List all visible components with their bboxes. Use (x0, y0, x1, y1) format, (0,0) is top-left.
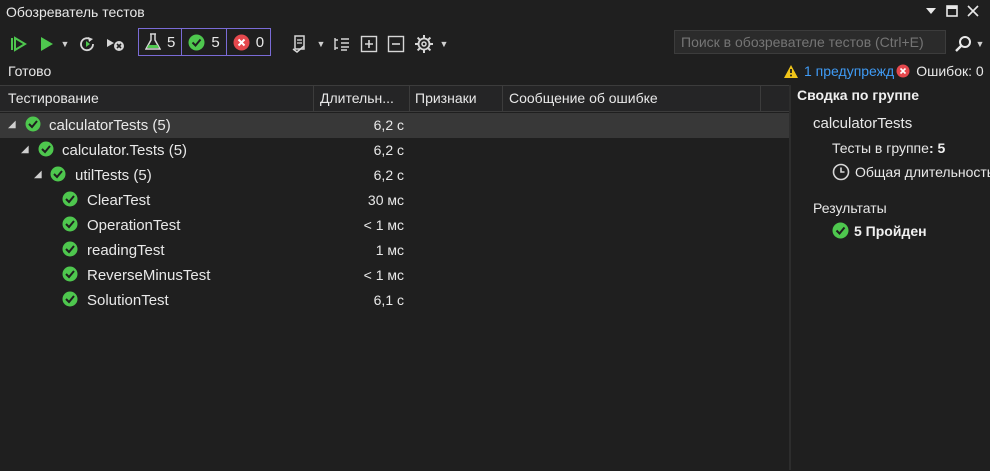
column-header-duration[interactable]: Длительн... (320, 90, 394, 106)
group-summary-panel: Сводка по группе calculatorTests Тесты в… (791, 85, 990, 470)
test-tree: Тестирование Длительн... Признаки Сообще… (0, 85, 789, 471)
tree-row-calculatortests[interactable]: ◢ calculatorTests (5) 6,2 с (0, 113, 789, 138)
expand-arrow-icon[interactable]: ◢ (34, 169, 42, 180)
error-icon (896, 64, 910, 78)
test-name: calculatorTests (5) (49, 117, 171, 134)
tree-row-utiltests[interactable]: ◢ utilTests (5) 6,2 с (0, 163, 789, 188)
cancel-run-icon[interactable] (104, 33, 126, 55)
test-duration: 6,1 с (373, 292, 404, 308)
clock-icon (832, 163, 850, 181)
summary-duration: Общая длительность (832, 163, 990, 181)
check-circle-icon (38, 141, 54, 157)
column-header-test[interactable]: Тестирование (8, 90, 99, 106)
total-tests-filter[interactable]: 5 (138, 28, 183, 56)
summary-results-label: Результаты (813, 200, 887, 216)
summary-group-name: calculatorTests (813, 115, 913, 132)
test-name: SolutionTest (87, 292, 169, 309)
group-by-icon[interactable] (332, 33, 352, 55)
tree-row-solutiontest[interactable]: SolutionTest 6,1 с (0, 288, 789, 313)
test-duration: 6,2 с (373, 167, 404, 183)
column-header-error-message[interactable]: Сообщение об ошибке (509, 90, 658, 106)
test-duration: 1 мс (375, 242, 404, 258)
test-name: OperationTest (87, 217, 181, 234)
expand-arrow-icon[interactable]: ◢ (21, 144, 29, 155)
test-counters: 5 5 0 (138, 28, 278, 56)
summary-title: Сводка по группе (797, 87, 920, 103)
test-duration: 30 мс (367, 192, 404, 208)
tree-row-reverseminustest[interactable]: ReverseMinusTest < 1 мс (0, 263, 789, 288)
check-circle-icon (832, 222, 849, 239)
close-icon[interactable] (964, 2, 982, 20)
test-name: ClearTest (87, 192, 151, 209)
warning-icon (784, 64, 798, 78)
collapse-all-icon[interactable] (386, 33, 406, 55)
tree-row-calculator-tests[interactable]: ◢ calculator.Tests (5) 6,2 с (0, 138, 789, 163)
test-name: utilTests (5) (75, 167, 152, 184)
failed-tests-filter[interactable]: 0 (226, 28, 272, 56)
count-label: Тесты в группе (832, 140, 929, 156)
playlist-icon[interactable] (290, 33, 310, 55)
summary-test-count: Тесты в группе: 5 (832, 140, 945, 156)
title-bar: Обозреватель тестов (0, 0, 990, 24)
total-count: 5 (167, 33, 176, 51)
column-header-traits[interactable]: Признаки (415, 90, 477, 106)
duration-label: Общая длительность (855, 164, 990, 180)
chevron-down-icon[interactable]: ▼ (975, 33, 985, 55)
maximize-icon[interactable] (943, 2, 961, 20)
column-separator[interactable] (502, 86, 503, 111)
summary-passed[interactable]: 5 Пройден (832, 222, 927, 239)
errors-link[interactable]: Ошибок: 0 (916, 63, 983, 79)
check-circle-icon (25, 116, 41, 132)
expand-all-icon[interactable] (359, 33, 379, 55)
passed-tests-filter[interactable]: 5 (182, 28, 227, 56)
passed-label: 5 Пройден (854, 222, 927, 239)
test-name: readingTest (87, 242, 165, 259)
expand-arrow-icon[interactable]: ◢ (8, 119, 16, 130)
count-value: : 5 (928, 140, 946, 156)
test-duration: 6,2 с (373, 142, 404, 158)
check-circle-icon (62, 266, 78, 282)
column-separator[interactable] (313, 86, 314, 111)
check-circle-icon (62, 291, 78, 307)
test-name: ReverseMinusTest (87, 267, 211, 284)
status-summary: 1 предупрежд Ошибок: 0 (784, 63, 990, 79)
check-circle-icon (188, 34, 205, 50)
window-title: Обозреватель тестов (6, 4, 145, 20)
error-circle-icon (233, 34, 250, 50)
failed-count: 0 (255, 33, 265, 51)
column-separator[interactable] (409, 86, 410, 111)
tree-row-cleartest[interactable]: ClearTest 30 мс (0, 188, 789, 213)
column-separator[interactable] (760, 86, 761, 111)
test-duration: < 1 мс (363, 217, 404, 233)
check-circle-icon (62, 241, 78, 257)
gear-icon[interactable] (413, 33, 435, 55)
check-circle-icon (62, 191, 78, 207)
search-icon[interactable] (953, 33, 973, 55)
run-all-icon[interactable] (8, 33, 28, 55)
flask-icon (145, 33, 161, 50)
test-duration: < 1 мс (363, 267, 404, 283)
test-duration: 6,2 с (373, 117, 404, 133)
test-name: calculator.Tests (5) (62, 142, 188, 159)
run-icon[interactable] (36, 33, 56, 55)
status-text: Готово (8, 63, 52, 79)
passed-count: 5 (211, 33, 220, 51)
search-input[interactable] (674, 30, 946, 54)
chevron-down-icon[interactable]: ▼ (316, 33, 326, 55)
dropdown-icon[interactable] (922, 2, 940, 20)
check-circle-icon (62, 216, 78, 232)
repeat-run-icon[interactable] (78, 33, 98, 55)
tree-header: Тестирование Длительн... Признаки Сообще… (0, 86, 789, 112)
tree-row-operationtest[interactable]: OperationTest < 1 мс (0, 213, 789, 238)
chevron-down-icon[interactable]: ▼ (439, 33, 449, 55)
warnings-link[interactable]: 1 предупрежд (804, 63, 894, 79)
check-circle-icon (50, 166, 66, 182)
chevron-down-icon[interactable]: ▼ (60, 33, 70, 55)
tree-row-readingtest[interactable]: readingTest 1 мс (0, 238, 789, 263)
